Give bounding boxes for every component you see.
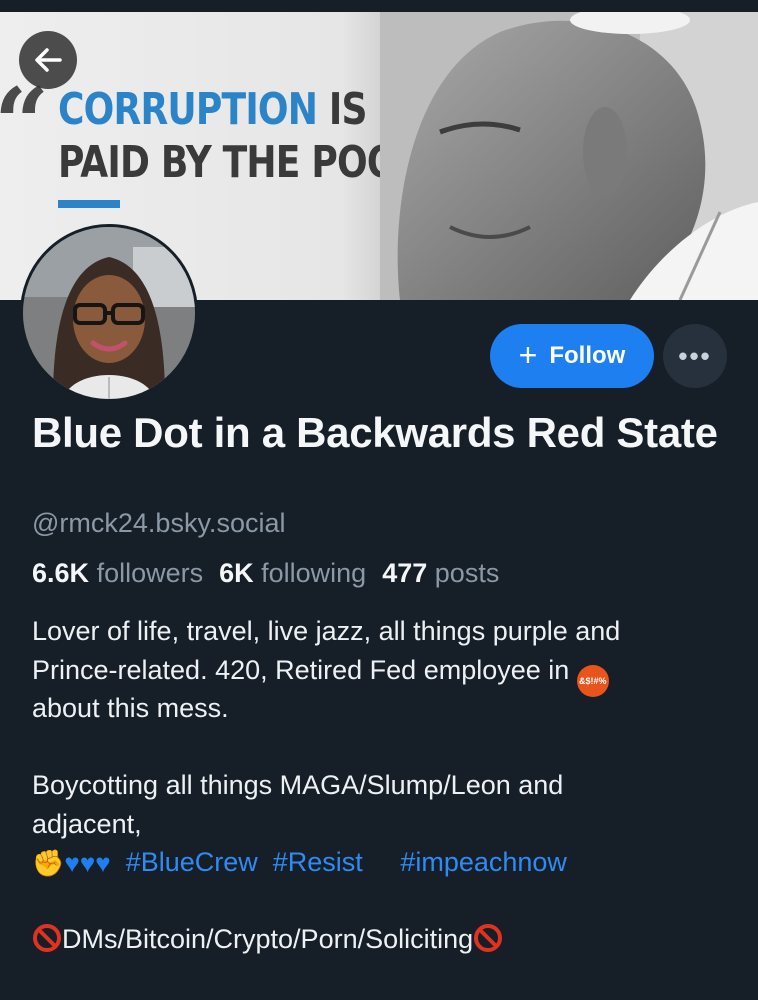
follow-label: Follow [549,342,626,369]
followers-label: followers [96,558,204,588]
following-stat[interactable]: 6K following [219,558,366,589]
profile-stats: 6.6K followers 6K following 477 posts [32,558,499,589]
avatar[interactable] [20,224,198,402]
banner-quote-rest: IS [317,84,368,135]
profile-bio: Lover of life, travel, live jazz, all th… [32,612,732,959]
quote-mark: “ [0,76,49,172]
following-count: 6K [219,558,254,588]
following-label: following [261,558,367,588]
posts-stat: 477 posts [382,558,499,589]
bio-line-2: Prince-related. 420, Retired Fed employe… [32,651,732,697]
bio-line-3: about this mess. [32,693,229,723]
ellipsis-icon: ••• [678,340,712,371]
blue-heart-icon: ♥ [95,848,111,878]
followers-stat[interactable]: 6.6K followers [32,558,203,589]
back-button[interactable] [19,31,77,89]
more-options-button[interactable]: ••• [663,324,727,388]
hashtag-resist[interactable]: #Resist [273,847,363,877]
blue-heart-icon: ♥ [64,848,80,878]
bio-line-2-text: Prince-related. 420, Retired Fed employe… [32,654,570,685]
bio-line-6-text: DMs/Bitcoin/Crypto/Porn/Soliciting [62,924,474,954]
profile-handle: @rmck24.bsky.social [32,508,286,538]
banner-portrait [380,12,758,300]
prohibited-icon [33,924,61,952]
banner-quote-highlight: CORRUPTION [58,84,318,135]
bio-hashtag-line: ✊♥♥♥ #BlueCrew #Resist #impeachnow [32,843,732,882]
followers-count: 6.6K [32,558,90,588]
display-name: Blue Dot in a Backwards Red State [32,409,718,456]
posts-label: posts [434,558,500,588]
hashtag-bluecrew[interactable]: #BlueCrew [126,847,258,877]
bio-line-4: Boycotting all things MAGA/Slump/Leon an… [32,770,564,800]
enraged-face-icon: &$!#% [576,664,609,697]
bio-spacer [32,728,732,767]
plus-icon: + [518,336,538,373]
bio-line-6: DMs/Bitcoin/Crypto/Porn/Soliciting [32,920,732,959]
banner-accent-bar [58,200,120,208]
avatar-photo [23,227,195,399]
status-strip [0,0,758,12]
blue-heart-icon: ♥ [79,848,96,878]
bio-line-1: Lover of life, travel, live jazz, all th… [32,616,621,646]
raised-fist-icon: ✊ [32,848,65,878]
arrow-left-icon [35,48,62,72]
prohibited-icon [474,924,503,952]
bio-line-5: adjacent, [32,808,142,839]
bio-spacer [32,882,732,921]
posts-count: 477 [382,558,428,588]
hashtag-impeachnow[interactable]: #impeachnow [400,847,567,877]
banner-quote-line-1: CORRUPTION IS [58,88,368,132]
follow-button[interactable]: + Follow [490,324,654,388]
